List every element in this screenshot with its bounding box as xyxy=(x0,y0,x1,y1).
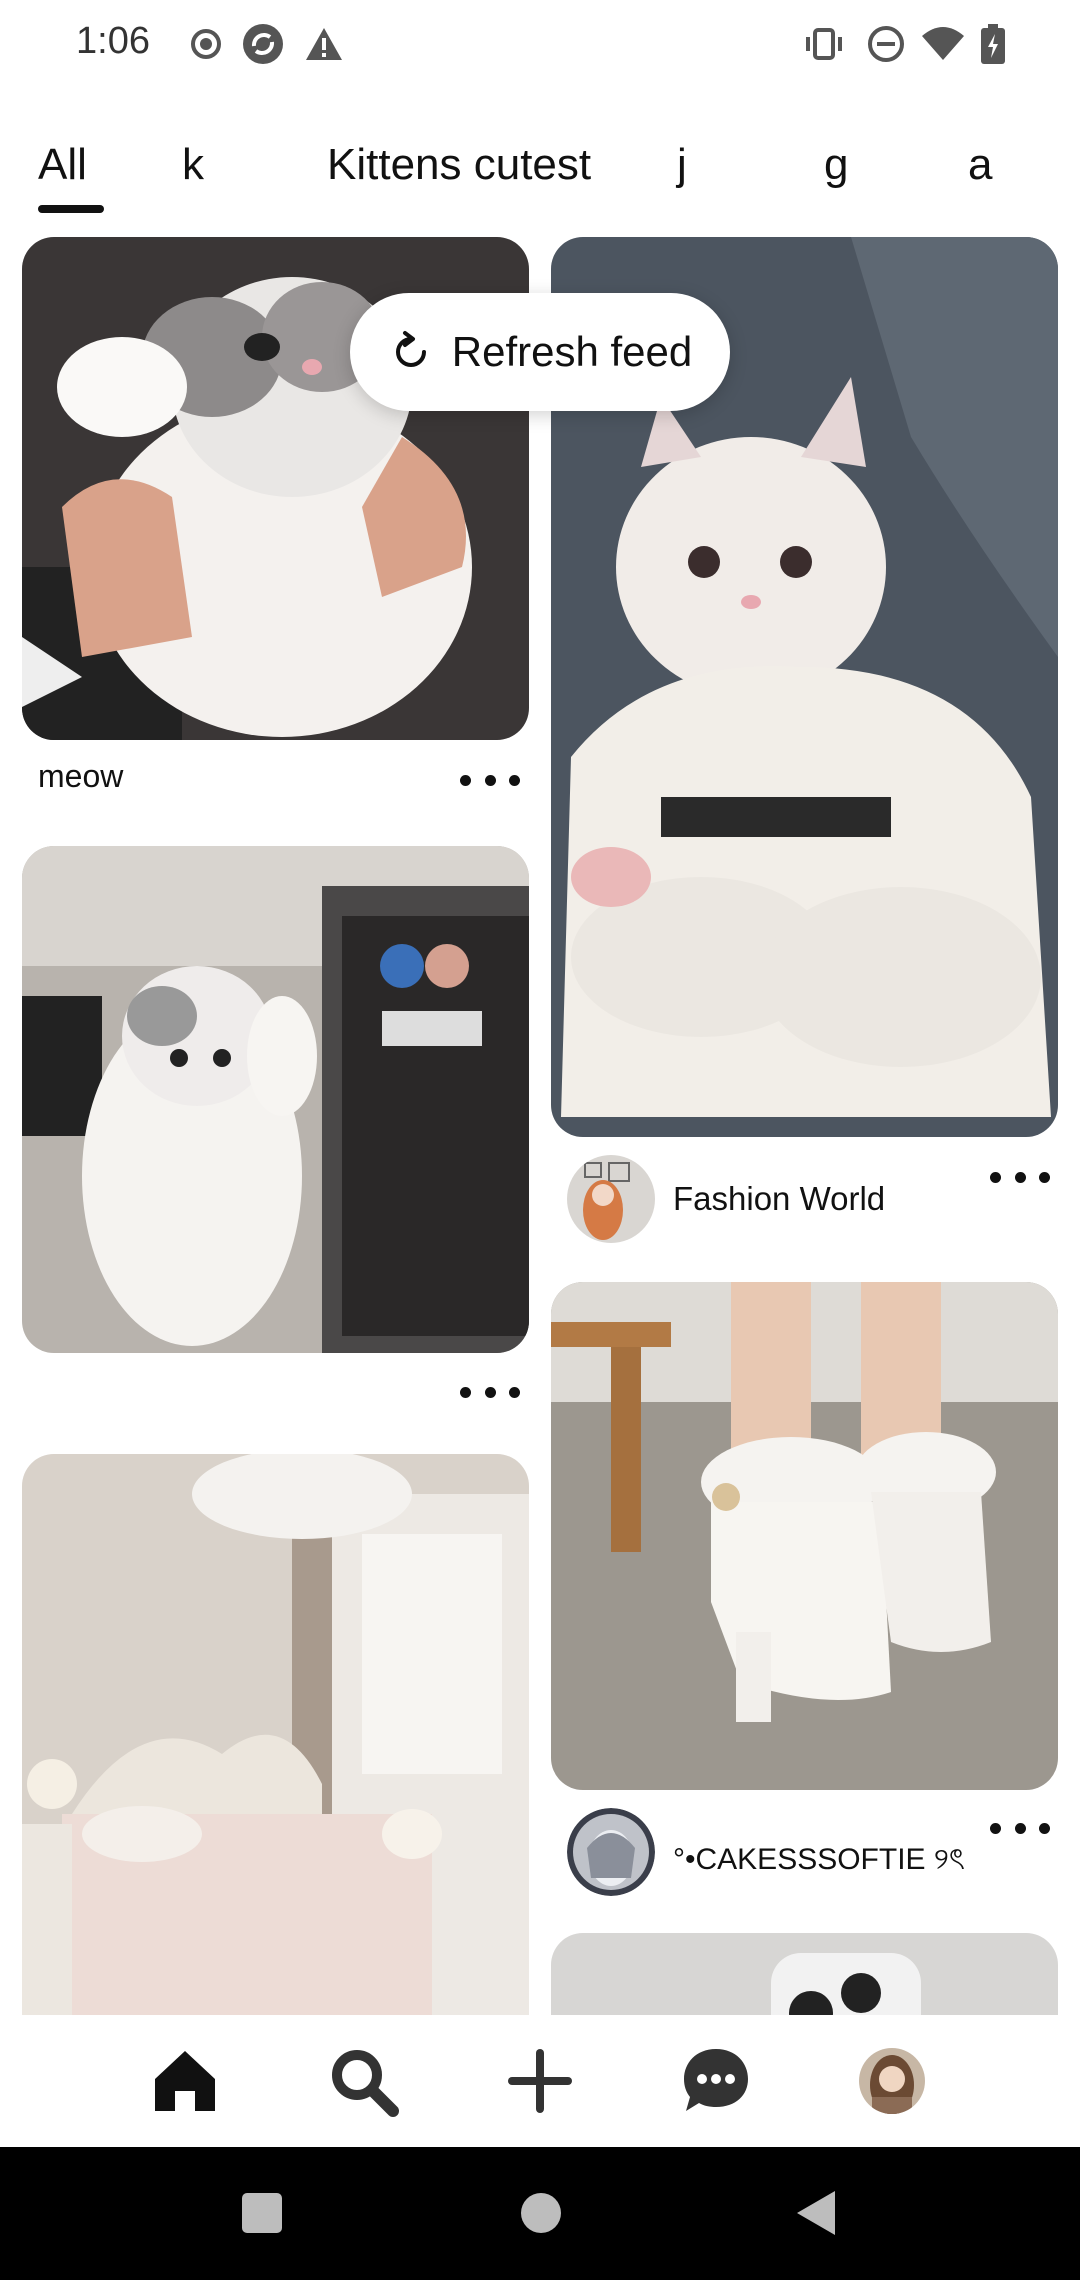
record-icon xyxy=(191,29,221,59)
vibrate-icon xyxy=(806,28,842,60)
tab-all[interactable]: All xyxy=(38,140,87,190)
pin-more-options-button[interactable] xyxy=(460,765,520,795)
tab-g[interactable]: g xyxy=(824,140,848,190)
do-not-disturb-icon xyxy=(868,26,904,62)
status-bar: 1:06 xyxy=(0,0,1080,90)
home-icon[interactable] xyxy=(149,2045,221,2117)
recent-apps-icon[interactable] xyxy=(240,2191,284,2235)
pin-more-options-button[interactable] xyxy=(460,1377,520,1407)
tab-selected-indicator xyxy=(38,205,104,213)
refresh-feed-label: Refresh feed xyxy=(451,328,693,375)
author-name[interactable]: °•CAKESSSOFTIE ୨ৎ xyxy=(673,1835,965,1886)
tab-k[interactable]: k xyxy=(182,140,204,190)
pin-title: meow xyxy=(38,758,124,794)
warning-icon xyxy=(306,28,342,60)
author-avatar[interactable] xyxy=(567,1155,655,1243)
pin-feed: meow Fashion World °•CAKESSSOFTIE ୨ৎ Ref… xyxy=(0,230,1080,2015)
pin-image-white-boots[interactable] xyxy=(551,1282,1058,1790)
pin-more-options-button[interactable] xyxy=(990,1162,1050,1192)
author-avatar[interactable] xyxy=(567,1808,655,1896)
back-icon[interactable] xyxy=(795,2189,839,2237)
search-icon[interactable] xyxy=(327,2045,399,2117)
tab-kittens-cutest[interactable]: Kittens cutest xyxy=(327,140,591,190)
sync-icon xyxy=(243,24,283,64)
wifi-icon xyxy=(922,27,964,60)
bottom-navigation xyxy=(0,2015,1080,2147)
home-button-icon[interactable] xyxy=(519,2191,563,2235)
create-icon[interactable] xyxy=(504,2045,576,2117)
system-navigation-bar xyxy=(0,2147,1080,2280)
battery-icon xyxy=(981,24,1005,64)
tab-j[interactable]: j xyxy=(677,140,687,190)
refresh-icon xyxy=(395,331,426,367)
refresh-feed-button[interactable]: Refresh feed xyxy=(350,293,730,411)
pin-image-bedroom[interactable] xyxy=(22,1454,529,2015)
pin-more-options-button[interactable] xyxy=(990,1813,1050,1843)
profile-avatar[interactable] xyxy=(856,2045,928,2117)
tab-a[interactable]: a xyxy=(968,140,992,190)
status-time: 1:06 xyxy=(76,20,150,62)
author-name[interactable]: Fashion World xyxy=(673,1180,885,1218)
board-tabs: All k Kittens cutest j g a xyxy=(0,130,1080,220)
messages-icon[interactable] xyxy=(680,2045,752,2117)
pin-image-kitten-pawing[interactable] xyxy=(22,846,529,1353)
pin-image-phone-case[interactable] xyxy=(551,1933,1058,2015)
